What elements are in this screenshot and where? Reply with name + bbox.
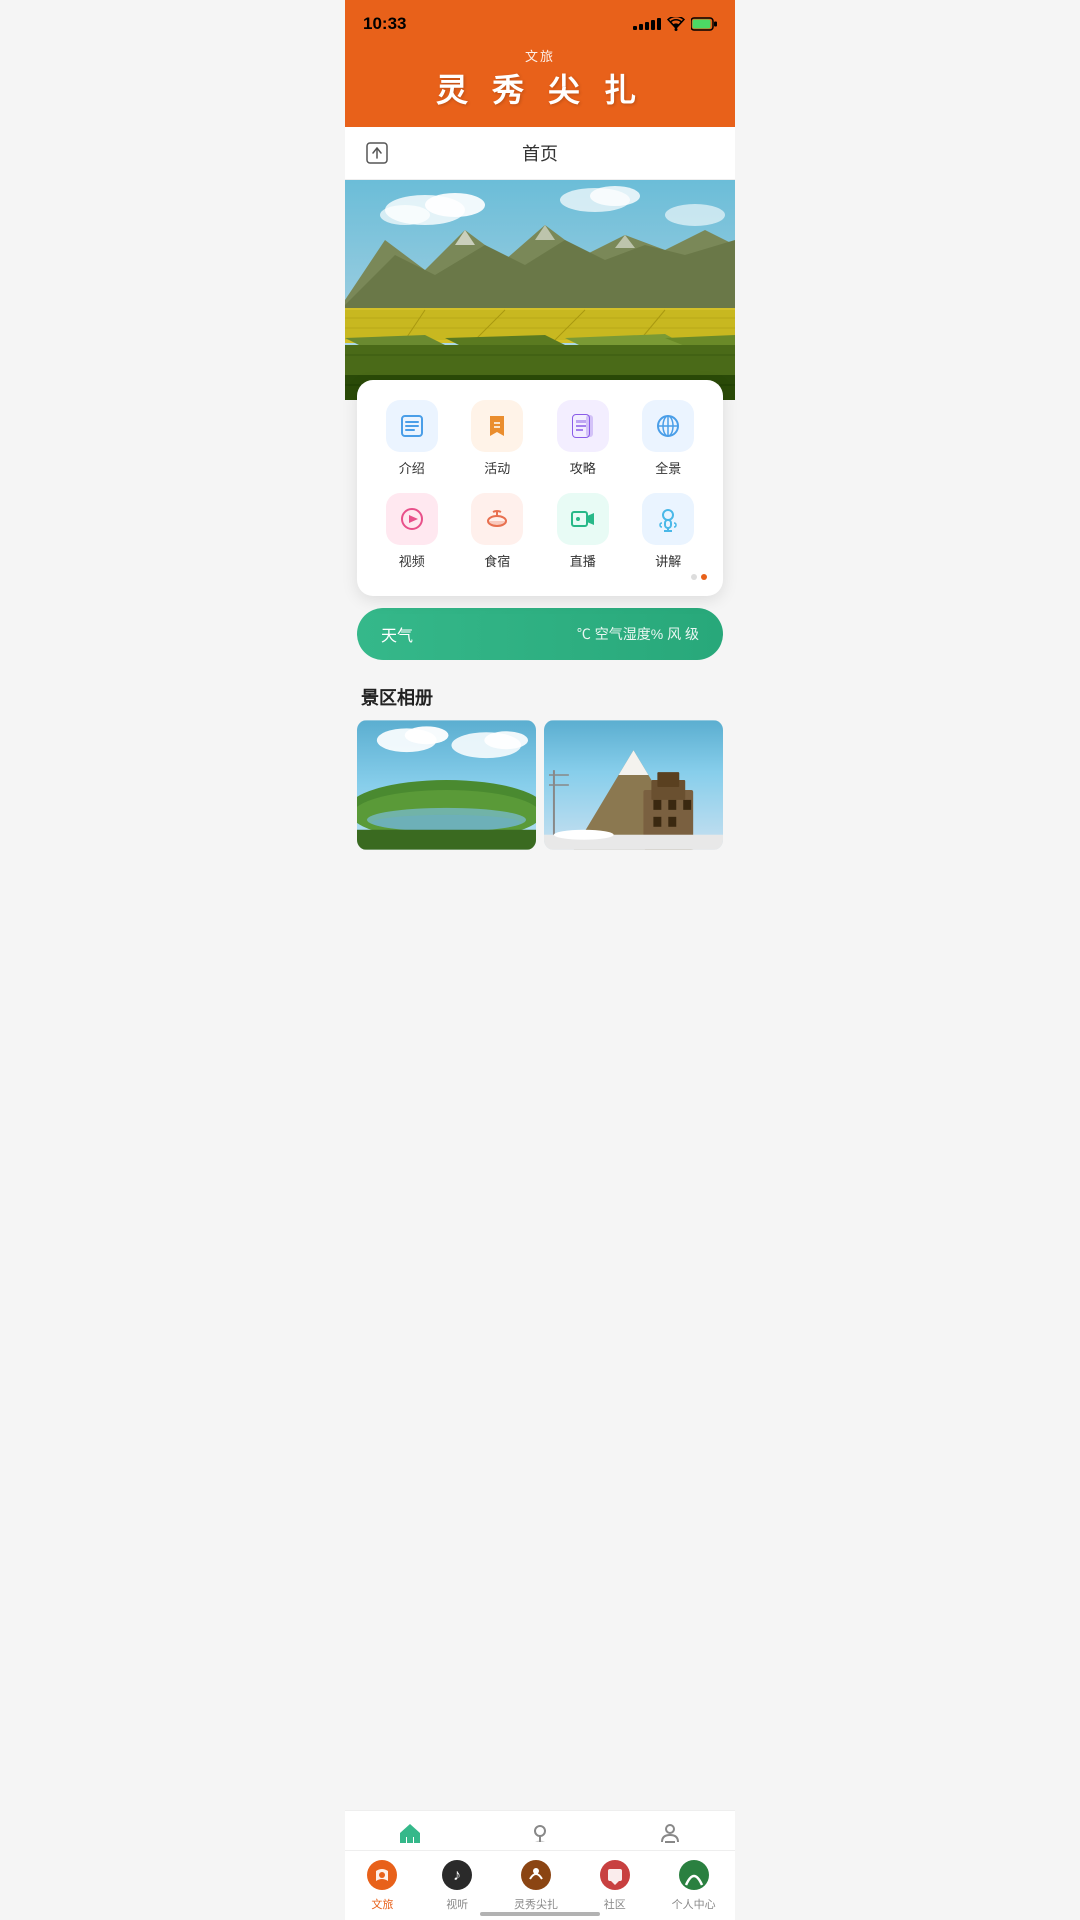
menu-card: 介绍 活动 攻略 全景 视频 食宿 直播 讲解 [357,380,723,596]
menu-dot-2 [701,574,707,580]
wifi-icon [667,17,685,31]
app-bar-lingxiu[interactable]: 灵秀尖扎 [514,1857,558,1912]
bottom-app-bar: 文旅 ♪ 视听 灵秀尖扎 社区 个人中心 [345,1850,735,1920]
app-bar-wenlu[interactable]: 文旅 [364,1857,400,1912]
share-icon[interactable] [361,137,393,169]
weather-bar[interactable]: 天气 ℃ 空气湿度% 风 级 [357,608,723,660]
menu-icon-video [386,493,438,545]
tab-icon-mine [656,1819,684,1847]
app-bar-icon-shequ [597,1857,633,1893]
menu-label-live: 直播 [570,551,596,570]
home-indicator [480,1912,600,1916]
menu-item-video[interactable]: 视频 [373,493,451,570]
menu-label-video: 视频 [399,551,425,570]
menu-icon-food [471,493,523,545]
signal-icon [633,18,661,30]
weather-label: 天气 [381,622,413,646]
app-bar-icon-shiting: ♪ [439,1857,475,1893]
status-bar: 10:33 [345,0,735,44]
album-grid [345,720,735,850]
tab-icon-guide [526,1819,554,1847]
menu-item-explain[interactable]: 讲解 [630,493,708,570]
header-title: 灵 秀 尖 扎 [345,65,735,111]
menu-item-panorama[interactable]: 全景 [630,400,708,477]
app-bar-label-wenlu: 文旅 [371,1896,393,1912]
app-bar-label-shequ: 社区 [604,1896,626,1912]
menu-item-live[interactable]: 直播 [544,493,622,570]
app-bar-shiting[interactable]: ♪ 视听 [439,1857,475,1912]
album-photo-2[interactable] [544,720,723,850]
menu-icon-guide [557,400,609,452]
status-icons [633,17,717,31]
menu-dots [373,574,707,580]
battery-icon [691,17,717,31]
app-bar-icon-profile [676,1857,712,1893]
app-bar-label-profile: 个人中心 [672,1896,716,1912]
menu-item-intro[interactable]: 介绍 [373,400,451,477]
app-bar-label-lingxiu: 灵秀尖扎 [514,1896,558,1912]
menu-item-activity[interactable]: 活动 [459,400,537,477]
menu-icon-activity [471,400,523,452]
hero-image [345,180,735,400]
menu-icon-explain [642,493,694,545]
status-time: 10:33 [363,14,406,34]
app-bar-icon-wenlu [364,1857,400,1893]
menu-label-guide: 攻略 [570,458,596,477]
app-header: 文旅 灵 秀 尖 扎 [345,44,735,127]
menu-label-explain: 讲解 [655,551,681,570]
menu-grid: 介绍 活动 攻略 全景 视频 食宿 直播 讲解 [373,400,707,570]
app-bar-label-shiting: 视听 [446,1896,468,1912]
page-nav: 首页 [345,127,735,180]
app-bar-shequ[interactable]: 社区 [597,1857,633,1912]
header-subtitle: 文旅 [345,46,735,65]
svg-text:♪: ♪ [453,1867,461,1884]
album-photo-1[interactable] [357,720,536,850]
app-bar-icon-lingxiu [518,1857,554,1893]
album-section-title: 景区相册 [345,672,735,720]
weather-info: ℃ 空气湿度% 风 级 [577,624,699,644]
menu-label-panorama: 全景 [655,458,681,477]
menu-item-guide[interactable]: 攻略 [544,400,622,477]
menu-item-food[interactable]: 食宿 [459,493,537,570]
menu-label-intro: 介绍 [399,458,425,477]
menu-dot-1 [691,574,697,580]
app-bar-profile[interactable]: 个人中心 [672,1857,716,1912]
menu-icon-intro [386,400,438,452]
menu-icon-live [557,493,609,545]
menu-icon-panorama [642,400,694,452]
tab-icon-home [396,1819,424,1847]
menu-label-activity: 活动 [484,458,510,477]
menu-label-food: 食宿 [484,551,510,570]
page-nav-title: 首页 [393,140,687,166]
